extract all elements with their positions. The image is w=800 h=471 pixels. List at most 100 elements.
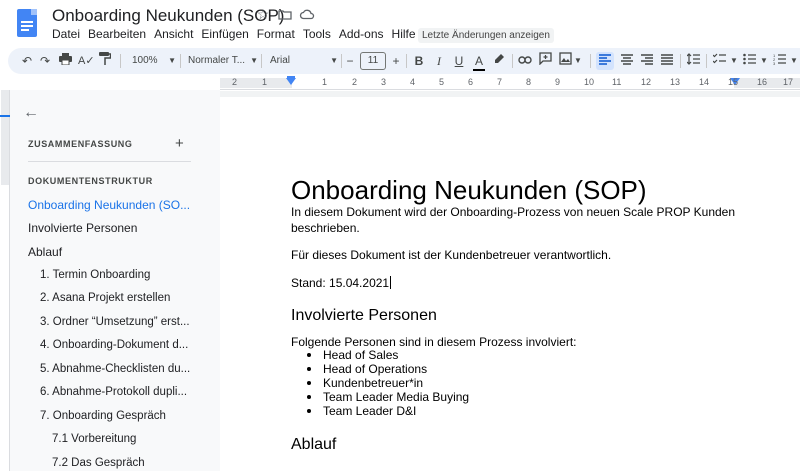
- ruler-number: 5: [439, 77, 445, 87]
- align-justify-icon[interactable]: [660, 52, 674, 70]
- bulleted-list-chevron-down-icon[interactable]: ▼: [760, 52, 768, 70]
- list-item: Kundenbetreuer*in: [307, 376, 423, 390]
- close-outline-arrow-left-icon[interactable]: ←: [23, 104, 39, 122]
- outline-item[interactable]: 7. Onboarding Gespräch: [40, 410, 166, 422]
- title-bar: Onboarding Neukunden (SOP) ☆ Datei Bearb…: [0, 0, 800, 46]
- font-select[interactable]: Arial ▼: [270, 52, 338, 70]
- star-icon[interactable]: ☆: [255, 6, 271, 22]
- ruler-margin-top: [1, 90, 9, 185]
- cloud-status-icon[interactable]: [299, 6, 315, 22]
- outline-item[interactable]: 7.2 Das Gespräch: [52, 457, 145, 469]
- checklist-chevron-down-icon[interactable]: ▼: [730, 52, 738, 70]
- ruler-number: 6: [468, 77, 474, 87]
- list-item: Head of Operations: [307, 362, 427, 376]
- outline-item[interactable]: 6. Abnahme-Protokoll dupli...: [40, 386, 187, 398]
- menu-view[interactable]: Ansicht: [154, 27, 193, 41]
- divider: [28, 161, 191, 162]
- ruler-number: 13: [670, 77, 681, 87]
- outline-item[interactable]: Onboarding Neukunden (SO...: [28, 198, 190, 212]
- insert-comment-icon[interactable]: [538, 52, 552, 70]
- stand-paragraph: Stand: 15.04.2021: [291, 276, 392, 290]
- font-size-input[interactable]: 11: [360, 52, 386, 70]
- text-color-icon[interactable]: A: [472, 52, 486, 71]
- menu-help[interactable]: Hilfe: [392, 27, 416, 41]
- responsible-paragraph: Für dieses Dokument ist der Kundenbetreu…: [291, 248, 612, 262]
- docs-logo-icon[interactable]: [17, 9, 37, 37]
- doc-title-heading: Onboarding Neukunden (SOP): [291, 175, 647, 205]
- ruler-number: 9: [555, 77, 561, 87]
- insert-image-icon[interactable]: [558, 52, 572, 70]
- document-title[interactable]: Onboarding Neukunden (SOP): [52, 6, 284, 26]
- ruler-number: 2: [352, 77, 358, 87]
- left-indent-handle[interactable]: [286, 78, 296, 85]
- print-icon[interactable]: [58, 52, 72, 70]
- docs-app: Onboarding Neukunden (SOP) ☆ Datei Bearb…: [0, 0, 800, 471]
- section-intro: Folgende Personen sind in diesem Prozess…: [291, 335, 577, 349]
- horizontal-ruler[interactable]: 2 1 1 2 3 4 5 6 7 8 9 10 11 12 13 14 15 …: [220, 76, 800, 90]
- outline-item[interactable]: 2. Asana Projekt erstellen: [40, 292, 170, 304]
- ruler-number: 1: [322, 77, 328, 87]
- decrease-font-size-button[interactable]: −: [344, 52, 356, 70]
- separator: [512, 54, 513, 68]
- underline-icon[interactable]: U: [452, 52, 466, 70]
- zoom-select[interactable]: 100% ▼: [132, 52, 176, 70]
- spellcheck-icon[interactable]: A✓: [78, 52, 95, 70]
- ruler-number: 15: [728, 77, 739, 87]
- style-select[interactable]: Normaler T... ▼: [188, 52, 258, 70]
- ruler-number: 16: [757, 77, 768, 87]
- menu-file[interactable]: Datei: [52, 27, 80, 41]
- outline-item[interactable]: 5. Abnahme-Checklisten du...: [40, 363, 190, 375]
- outline-item[interactable]: Involvierte Personen: [28, 221, 137, 235]
- align-center-icon[interactable]: [620, 52, 634, 70]
- insert-link-icon[interactable]: [518, 52, 532, 70]
- align-right-icon[interactable]: [640, 52, 654, 70]
- italic-icon[interactable]: I: [432, 52, 446, 70]
- list-item: Team Leader D&I: [307, 404, 416, 418]
- outline-item[interactable]: 7.1 Vorbereitung: [52, 433, 136, 445]
- outline-item[interactable]: 1. Termin Onboarding: [40, 269, 150, 281]
- menu-edit[interactable]: Bearbeiten: [88, 27, 146, 41]
- menu-format[interactable]: Format: [257, 27, 295, 41]
- image-options-chevron-down-icon[interactable]: ▼: [574, 52, 582, 70]
- outline-item[interactable]: 3. Ordner “Umsetzung” erst...: [40, 316, 190, 328]
- menu-addons[interactable]: Add-ons: [339, 27, 384, 41]
- ruler-number: 1: [262, 77, 268, 87]
- ruler-number: 10: [584, 77, 595, 87]
- separator: [590, 54, 591, 68]
- paint-format-icon[interactable]: [98, 52, 112, 70]
- separator: [180, 54, 181, 68]
- document-canvas: Onboarding Neukunden (SOP) In diesem Dok…: [220, 91, 800, 471]
- highlight-color-icon[interactable]: [492, 52, 506, 70]
- text-cursor: [390, 276, 392, 289]
- ruler-number: 17: [783, 77, 794, 87]
- toolbar: ↶ ↷ A✓ 100% ▼ Normaler T... ▼ Arial ▼ − 11 …: [8, 48, 800, 74]
- intro-paragraph-line1: In diesem Dokument wird der Onboarding-P…: [291, 205, 736, 219]
- separator: [261, 54, 262, 68]
- separator: [120, 54, 121, 68]
- numbered-list-icon[interactable]: 123: [772, 52, 786, 70]
- menu-bar: Datei Bearbeiten Ansicht Einfügen Format…: [52, 27, 424, 41]
- bold-icon[interactable]: B: [412, 52, 426, 70]
- checklist-icon[interactable]: [712, 52, 726, 70]
- align-left-icon[interactable]: [596, 52, 614, 70]
- summary-heading: ZUSAMMENFASSUNG: [28, 139, 133, 149]
- line-spacing-icon[interactable]: [686, 52, 700, 70]
- menu-insert[interactable]: Einfügen: [201, 27, 248, 41]
- structure-heading: DOKUMENTENSTRUKTUR: [28, 176, 153, 186]
- last-edit-link[interactable]: Letzte Änderungen anzeigen: [418, 28, 554, 43]
- vertical-ruler[interactable]: [0, 90, 10, 471]
- move-to-folder-icon[interactable]: [277, 6, 293, 22]
- ruler-number: 14: [699, 77, 710, 87]
- numbered-list-chevron-down-icon[interactable]: ▼: [790, 52, 798, 70]
- menu-tools[interactable]: Tools: [303, 27, 331, 41]
- list-item: Head of Sales: [307, 348, 398, 362]
- document-page[interactable]: Onboarding Neukunden (SOP) In diesem Dok…: [220, 97, 800, 471]
- bulleted-list-icon[interactable]: [742, 52, 756, 70]
- outline-item[interactable]: 4. Onboarding-Dokument d...: [40, 339, 188, 351]
- add-summary-plus-icon[interactable]: +: [175, 135, 184, 152]
- redo-icon[interactable]: ↷: [38, 52, 52, 70]
- increase-font-size-button[interactable]: +: [390, 52, 402, 70]
- outline-item[interactable]: Ablauf: [28, 245, 62, 259]
- intro-paragraph-line2: beschrieben.: [291, 221, 360, 235]
- undo-icon[interactable]: ↶: [20, 52, 34, 70]
